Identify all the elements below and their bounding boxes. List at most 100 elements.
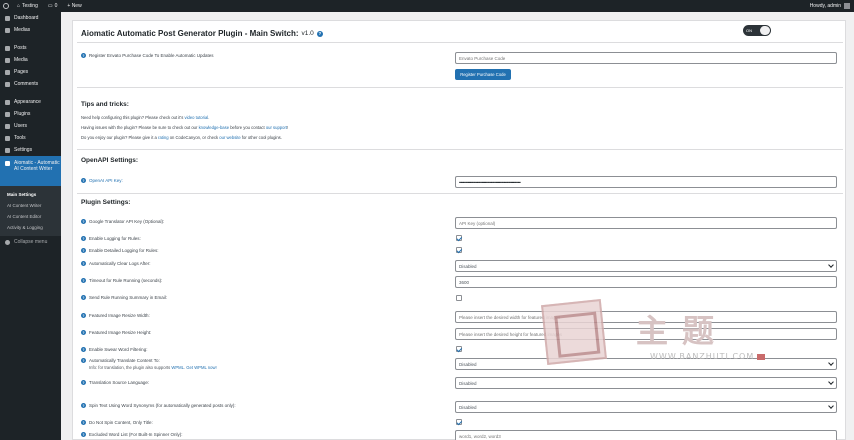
new-content-link[interactable]: + New (62, 3, 86, 9)
sidebar-item-media[interactable]: Media (0, 54, 61, 66)
admin-bar: ⌂ Testing ▭ 0 + New Howdy, admin (0, 0, 854, 12)
chevron-down-icon (828, 379, 834, 385)
help-icon[interactable]: ? (81, 178, 86, 183)
comment-bubble-icon: ▭ (47, 3, 53, 9)
swear-filter-label: ? Enable Swear Word Filtering: (81, 347, 148, 352)
tip-line-2: Having issues with the plugin? Please be… (81, 125, 289, 130)
timeout-input[interactable]: 3600 (455, 276, 837, 288)
register-purchase-code-button[interactable]: Register Purchase Code (455, 69, 511, 80)
help-icon[interactable]: ? (81, 432, 86, 437)
dashboard-icon (5, 15, 10, 21)
submenu-main-settings[interactable]: Main Settings (0, 189, 61, 200)
collapse-menu-button[interactable]: Collapse menu (0, 236, 61, 248)
translator-key-input[interactable] (455, 217, 837, 229)
settings-panel: Aiomatic Automatic Post Generator Plugin… (72, 20, 846, 440)
watermark-url: WWW.BANZHUTI.COM (650, 352, 755, 361)
rating-link[interactable]: rating (158, 135, 168, 140)
watermark-seal (541, 299, 607, 365)
detailed-logging-checkbox[interactable] (456, 247, 462, 253)
detailed-logging-label: ? Enable Detailed Logging for Rules: (81, 248, 159, 253)
divider (77, 87, 843, 88)
help-icon[interactable]: ? (81, 295, 86, 300)
my-account[interactable]: Howdy, admin (810, 0, 850, 12)
watermark-square (757, 354, 765, 360)
swear-filter-checkbox[interactable] (456, 346, 462, 352)
avatar (844, 3, 850, 9)
spin-title-checkbox[interactable] (456, 419, 462, 425)
website-link[interactable]: our website (219, 135, 240, 140)
help-icon[interactable]: ? (81, 358, 86, 363)
tip-line-3: Do you enjoy our plugin? Please give it … (81, 135, 282, 140)
submenu-activity-logging[interactable]: Activity & Logging (0, 222, 61, 233)
purchase-code-input[interactable] (455, 52, 837, 64)
help-icon[interactable]: ? (81, 380, 86, 385)
help-icon[interactable]: ? (81, 403, 86, 408)
sidebar-item-plugins[interactable]: Plugins (0, 108, 61, 120)
comments-link[interactable]: ▭ 0 (43, 3, 63, 9)
get-wpml-link[interactable]: Get WPML now! (186, 365, 216, 370)
sidebar-item-appearance[interactable]: Appearance (0, 96, 61, 108)
logging-checkbox[interactable] (456, 235, 462, 241)
sidebar-item-aiomatic[interactable]: Aiomatic - Automatic AI Content Writer (0, 156, 61, 186)
watermark-text: 主题 (636, 312, 729, 350)
email-summary-label: ? Send Rule Running Summary in Email: (81, 295, 168, 300)
spin-text-select[interactable]: Disabled (455, 401, 837, 413)
openai-heading: OpenAPI Settings: (81, 157, 139, 164)
tips-heading: Tips and tricks: (81, 101, 129, 108)
site-name-link[interactable]: ⌂ Testing (12, 3, 43, 9)
sidebar-item-dashboard[interactable]: Dashboard (0, 12, 61, 24)
help-icon[interactable]: ? (81, 236, 86, 241)
translator-key-label: ? Google Translator API Key (Optional): (81, 219, 165, 224)
settings-icon (5, 147, 10, 153)
excluded-words-input[interactable] (455, 430, 837, 440)
collapse-icon (5, 239, 10, 245)
wordpress-logo-icon[interactable] (0, 0, 12, 12)
help-icon[interactable]: ? (81, 330, 86, 335)
license-label: ? Register Envato Purchase Code To Enabl… (81, 53, 214, 58)
medias-icon (5, 27, 10, 33)
resize-height-label: ? Featured Image Resize Height: (81, 330, 152, 335)
tools-icon (5, 135, 10, 141)
help-icon[interactable]: ? (81, 53, 86, 58)
email-summary-checkbox[interactable] (456, 295, 462, 301)
help-icon[interactable]: ? (81, 313, 86, 318)
clear-logs-select[interactable]: Disabled (455, 260, 837, 272)
spin-title-label: ? Do Not Spin Content, Only Title: (81, 420, 153, 425)
translate-label: ? Automatically Translate Content To: (81, 358, 160, 363)
sidebar-item-users[interactable]: Users (0, 120, 61, 132)
sidebar-item-posts[interactable]: Posts (0, 42, 61, 54)
help-icon[interactable]: ? (81, 278, 86, 283)
plugin-settings-heading: Plugin Settings: (81, 199, 131, 206)
submenu-ai-content-editor[interactable]: AI Content Editor (0, 211, 61, 222)
wpml-link[interactable]: WPML (171, 365, 184, 370)
timeout-label: ? Timeout for Rule Running (seconds): (81, 278, 163, 283)
knowledge-base-link[interactable]: knowledge-base (199, 125, 230, 130)
help-icon[interactable]: ? (81, 219, 86, 224)
support-link[interactable]: our support (266, 125, 287, 130)
sidebar-item-pages[interactable]: Pages (0, 66, 61, 78)
submenu-ai-content-writer[interactable]: AI Content Writer (0, 200, 61, 211)
clear-logs-label: ? Automatically Clear Logs After: (81, 261, 151, 266)
chevron-down-icon (828, 262, 834, 268)
source-language-select[interactable]: Disabled (455, 377, 837, 389)
sidebar-item-comments[interactable]: Comments (0, 78, 61, 90)
sidebar-item-tools[interactable]: Tools (0, 132, 61, 144)
translate-note: Info: for translation, the plugin also s… (89, 365, 217, 370)
aiomatic-icon (5, 161, 10, 166)
main-switch-toggle[interactable]: ON (743, 25, 771, 36)
video-tutorial-link[interactable]: video tutorial (184, 115, 208, 120)
page-title: Aiomatic Automatic Post Generator Plugin… (81, 29, 323, 38)
chevron-down-icon (828, 360, 834, 366)
help-icon[interactable]: ? (81, 261, 86, 266)
help-icon[interactable]: ? (81, 420, 86, 425)
help-icon[interactable]: ? (81, 347, 86, 352)
chevron-down-icon (828, 403, 834, 409)
resize-width-label: ? Featured Image Resize Width: (81, 313, 150, 318)
openai-api-key-input[interactable]: ••••••••••••••••••••••••••••••••••••••••… (455, 176, 837, 188)
posts-icon (5, 45, 10, 51)
sidebar-item-settings[interactable]: Settings (0, 144, 61, 156)
sidebar-item-medias[interactable]: Medias (0, 24, 61, 36)
plugins-icon (5, 111, 10, 117)
help-icon[interactable]: ? (316, 30, 323, 37)
help-icon[interactable]: ? (81, 248, 86, 253)
